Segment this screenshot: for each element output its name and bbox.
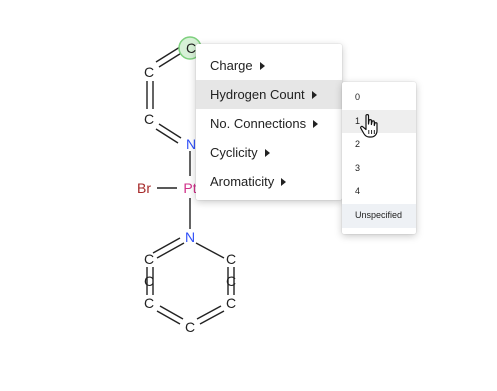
menu-item-charge[interactable]: Charge xyxy=(196,51,342,80)
atom-context-menu: Charge Hydrogen Count No. Connections Cy… xyxy=(196,44,342,200)
atom-ring-c-right-mid[interactable]: C xyxy=(226,273,236,289)
hand-pointer-icon xyxy=(360,114,378,138)
bond-ring-1b[interactable] xyxy=(152,237,181,254)
bond-c2-n[interactable] xyxy=(158,123,182,139)
menu-item-label: Hydrogen Count xyxy=(210,87,305,102)
menu-item-label: Aromaticity xyxy=(210,174,275,189)
atom-ring-c-right-top[interactable]: C xyxy=(226,251,236,267)
menu-item-no-connections[interactable]: No. Connections xyxy=(196,109,342,138)
submenu-item-0[interactable]: 0 xyxy=(342,86,416,110)
bond-ring-6[interactable] xyxy=(199,310,225,325)
bond-ring-1[interactable] xyxy=(156,242,185,259)
menu-item-label: Cyclicity xyxy=(210,145,258,160)
atom-n-upper[interactable]: N xyxy=(186,136,196,152)
menu-item-hydrogen-count[interactable]: Hydrogen Count xyxy=(196,80,342,109)
atom-ring-c-bottom[interactable]: C xyxy=(185,319,195,335)
atom-c1[interactable]: C xyxy=(144,64,154,80)
submenu-arrow-icon xyxy=(313,119,319,128)
atom-c2[interactable]: C xyxy=(144,111,154,127)
atom-n-lower[interactable]: N xyxy=(185,229,195,245)
bond-ring-2[interactable] xyxy=(195,242,225,259)
atom-ring-c-right-bottom[interactable]: C xyxy=(226,295,236,311)
menu-item-label: Charge xyxy=(210,58,253,73)
submenu-item-3[interactable]: 3 xyxy=(342,157,416,181)
submenu-item-4[interactable]: 4 xyxy=(342,180,416,204)
bond-ring-6b[interactable] xyxy=(196,305,222,320)
submenu-arrow-icon xyxy=(311,90,317,99)
menu-item-label: No. Connections xyxy=(210,116,307,131)
submenu-item-unspecified[interactable]: Unspecified xyxy=(342,203,416,228)
bond-ring-5[interactable] xyxy=(156,310,181,325)
bond-ring-5b[interactable] xyxy=(159,305,184,320)
atom-c-top[interactable]: C xyxy=(186,40,196,56)
atom-ring-c-left-bottom[interactable]: C xyxy=(144,295,154,311)
atom-br[interactable]: Br xyxy=(137,180,151,196)
bond-ctop-c1[interactable] xyxy=(158,51,184,68)
hydrogen-count-submenu: 0 1 2 3 4 Unspecified xyxy=(342,82,416,234)
atom-pt[interactable]: Pt xyxy=(183,180,196,196)
submenu-arrow-icon xyxy=(259,61,265,70)
bond-ctop-c1-double[interactable] xyxy=(155,46,181,63)
atom-ring-c-left-mid[interactable]: C xyxy=(144,273,154,289)
menu-item-cyclicity[interactable]: Cyclicity xyxy=(196,138,342,167)
bond-c2-n-double[interactable] xyxy=(155,128,179,144)
atom-ring-c-left-top[interactable]: C xyxy=(144,251,154,267)
submenu-arrow-icon xyxy=(281,177,287,186)
menu-item-aromaticity[interactable]: Aromaticity xyxy=(196,167,342,196)
submenu-arrow-icon xyxy=(264,148,270,157)
